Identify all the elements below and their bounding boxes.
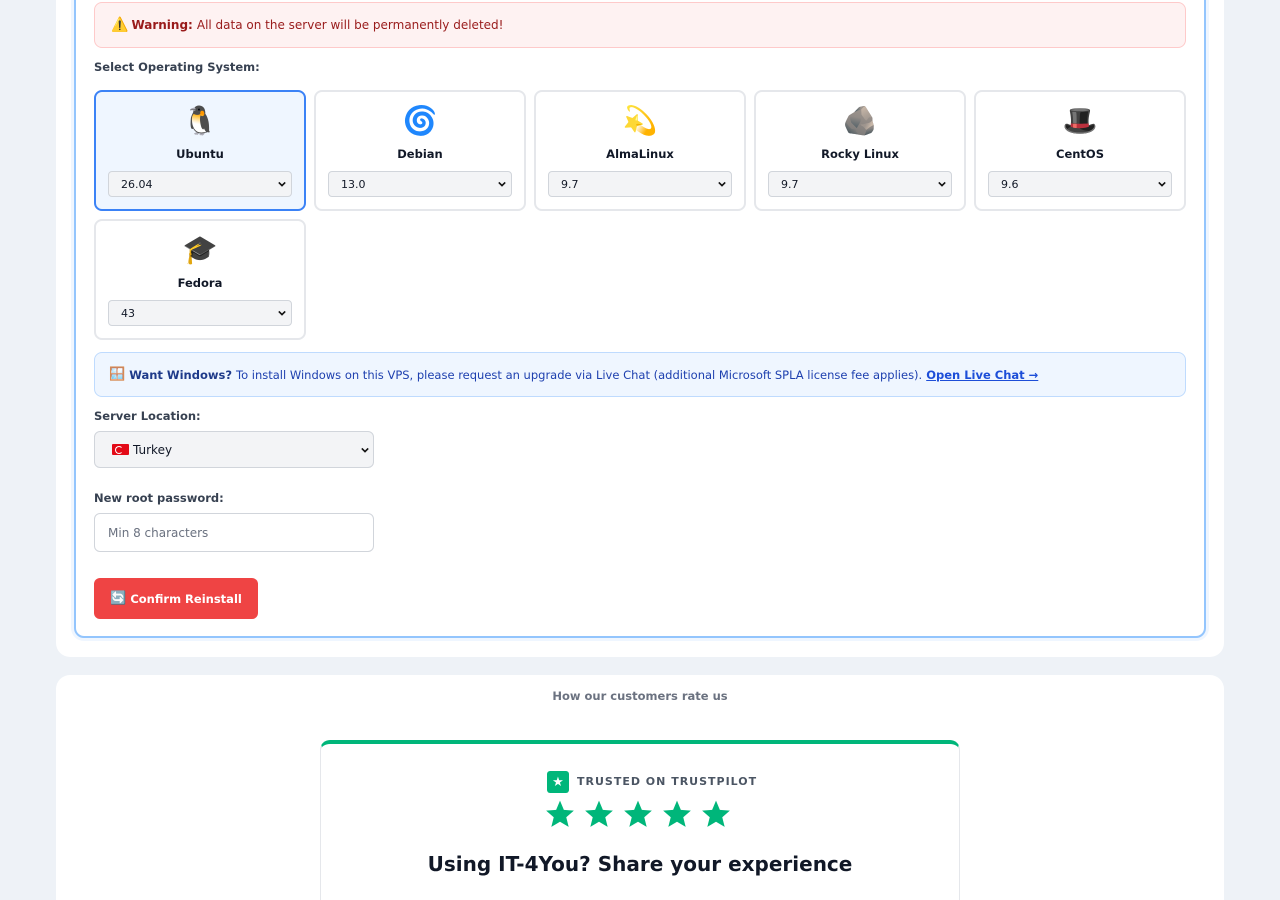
os-version-value: 13.0	[341, 177, 366, 191]
os-name: CentOS	[1056, 147, 1104, 161]
rating-stars	[544, 798, 732, 830]
os-version-value: 9.7	[561, 177, 579, 191]
confirm-reinstall-button[interactable]: 🔄 Confirm Reinstall	[94, 578, 258, 619]
chevron-down-icon	[361, 447, 369, 453]
chevron-down-icon	[278, 181, 286, 187]
os-version-select[interactable]: 9.6	[988, 171, 1172, 197]
warning-title: Warning:	[131, 18, 193, 32]
os-version-select[interactable]: 13.0	[328, 171, 512, 197]
os-version-value: 9.6	[1001, 177, 1019, 191]
trustpilot-headline: Using IT-4You? Share your experience	[427, 852, 853, 876]
top-hat-icon: 🎩	[1062, 104, 1098, 137]
chevron-down-icon	[938, 181, 946, 187]
os-name: Fedora	[177, 276, 223, 290]
star-icon	[702, 800, 730, 827]
os-version-value: 26.04	[121, 177, 153, 191]
rating-title: How our customers rate us	[552, 689, 728, 703]
os-version-value: 43	[121, 306, 135, 320]
chevron-down-icon	[498, 181, 506, 187]
location-label: Server Location:	[94, 409, 201, 423]
swirl-icon: 🌀	[402, 104, 438, 137]
os-card-ubuntu[interactable]: 🐧 Ubuntu 26.04	[94, 90, 306, 211]
password-label: New root password:	[94, 491, 224, 505]
os-card-almalinux[interactable]: 💫 AlmaLinux 9.7	[534, 90, 746, 211]
dizzy-star-icon: 💫	[622, 104, 658, 137]
windows-note-title: Want Windows?	[129, 367, 232, 382]
os-name: Ubuntu	[176, 147, 224, 161]
refresh-icon: 🔄	[110, 591, 127, 606]
star-icon	[663, 800, 691, 827]
graduation-cap-icon: 🎓	[182, 233, 218, 266]
chevron-down-icon	[1158, 181, 1166, 187]
rock-icon: 🪨	[842, 104, 878, 137]
os-version-select[interactable]: 9.7	[548, 171, 732, 197]
window-icon: 🪟	[109, 367, 126, 382]
os-card-debian[interactable]: 🌀 Debian 13.0	[314, 90, 526, 211]
os-version-select[interactable]: 26.04	[108, 171, 292, 197]
os-name: Debian	[397, 147, 443, 161]
star-icon	[585, 800, 613, 827]
root-password-input[interactable]: Min 8 characters	[94, 513, 374, 552]
chevron-down-icon	[718, 181, 726, 187]
os-card-fedora[interactable]: 🎓 Fedora 43	[94, 219, 306, 340]
os-card-rocky-linux[interactable]: 🪨 Rocky Linux 9.7	[754, 90, 966, 211]
os-name: Rocky Linux	[821, 147, 899, 161]
penguin-icon: 🐧	[182, 104, 218, 137]
chevron-down-icon	[278, 310, 286, 316]
star-icon	[546, 800, 574, 827]
location-value: Turkey	[133, 442, 173, 457]
os-version-value: 9.7	[781, 177, 799, 191]
confirm-reinstall-label: Confirm Reinstall	[130, 591, 242, 606]
os-section-label: Select Operating System:	[94, 60, 260, 74]
open-live-chat-link[interactable]: Open Live Chat →	[926, 368, 1038, 382]
server-location-select[interactable]: Turkey	[94, 431, 374, 468]
trustpilot-label: TRUSTED ON TRUSTPILOT	[577, 775, 758, 788]
warning-icon: ⚠️	[111, 17, 129, 33]
warning-text: All data on the server will be permanent…	[196, 18, 504, 32]
warning-banner: ⚠️ Warning: All data on the server will …	[94, 2, 1186, 48]
os-version-select[interactable]: 43	[108, 300, 292, 326]
windows-note-text: To install Windows on this VPS, please r…	[236, 367, 923, 382]
os-name: AlmaLinux	[606, 147, 674, 161]
turkey-flag-icon	[112, 444, 129, 455]
os-version-select[interactable]: 9.7	[768, 171, 952, 197]
star-icon	[624, 800, 652, 827]
windows-info-banner: 🪟 Want Windows? To install Windows on th…	[94, 352, 1186, 397]
trustpilot-star-icon: ★	[547, 771, 569, 793]
page: ⚠️ Warning: All data on the server will …	[0, 0, 1280, 900]
os-card-centos[interactable]: 🎩 CentOS 9.6	[974, 90, 1186, 211]
